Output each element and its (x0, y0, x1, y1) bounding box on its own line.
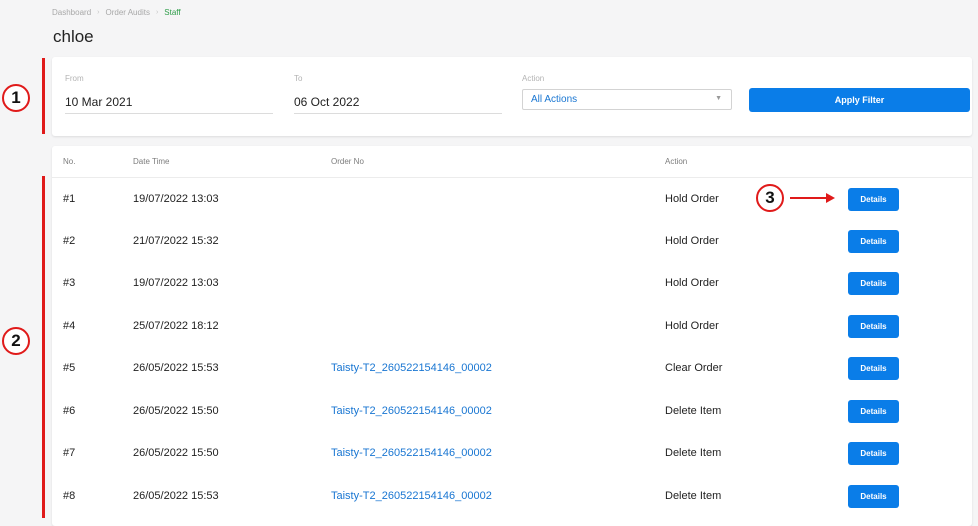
apply-filter-button[interactable]: Apply Filter (749, 88, 970, 112)
row-no: #6 (63, 405, 76, 417)
table-row: #3 19/07/2022 13:03 Hold Order Details (52, 262, 972, 304)
row-datetime: 19/07/2022 13:03 (133, 193, 219, 205)
row-order-link[interactable]: Taisty-T2_260522154146_00002 (331, 490, 492, 502)
details-button[interactable]: Details (848, 485, 899, 508)
row-no: #1 (63, 193, 76, 205)
to-label: To (294, 74, 303, 83)
annotation-arrow-line (790, 197, 828, 199)
table-row: #7 26/05/2022 15:50 Taisty-T2_2605221541… (52, 432, 972, 474)
header-order-no: Order No (331, 157, 364, 166)
breadcrumb: Dashboard › Order Audits › Staff (52, 8, 181, 17)
details-button[interactable]: Details (848, 315, 899, 338)
header-action: Action (665, 157, 688, 166)
row-datetime: 26/05/2022 15:53 (133, 362, 219, 374)
from-date-underline (65, 113, 273, 114)
row-order-link[interactable]: Taisty-T2_260522154146_00002 (331, 447, 492, 459)
details-button[interactable]: Details (848, 357, 899, 380)
row-datetime: 26/05/2022 15:50 (133, 405, 219, 417)
row-action: Hold Order (665, 320, 719, 332)
row-datetime: 26/05/2022 15:53 (133, 490, 219, 502)
table-row: #5 26/05/2022 15:53 Taisty-T2_2605221541… (52, 347, 972, 389)
breadcrumb-separator: › (155, 9, 159, 16)
row-no: #5 (63, 362, 76, 374)
annotation-line-table (42, 176, 45, 518)
details-button[interactable]: Details (848, 188, 899, 211)
table-row: #8 26/05/2022 15:53 Taisty-T2_2605221541… (52, 475, 972, 517)
row-no: #8 (63, 490, 76, 502)
annotation-marker-1: 1 (2, 84, 30, 112)
header-no: No. (63, 157, 76, 166)
action-select[interactable]: All Actions ▼ (522, 89, 732, 110)
annotation-marker-3: 3 (756, 184, 784, 212)
action-label: Action (522, 74, 545, 83)
breadcrumb-order-audits[interactable]: Order Audits (105, 8, 149, 17)
chevron-down-icon: ▼ (715, 95, 722, 102)
row-no: #4 (63, 320, 76, 332)
to-date-underline (294, 113, 502, 114)
row-no: #2 (63, 235, 76, 247)
table-row: #2 21/07/2022 15:32 Hold Order Details (52, 220, 972, 262)
row-action: Delete Item (665, 490, 722, 502)
to-date-field[interactable]: 06 Oct 2022 (294, 95, 359, 109)
row-action: Hold Order (665, 235, 719, 247)
row-datetime: 26/05/2022 15:50 (133, 447, 219, 459)
header-date-time: Date Time (133, 157, 170, 166)
annotation-marker-2: 2 (2, 327, 30, 355)
details-button[interactable]: Details (848, 400, 899, 423)
table-row: #4 25/07/2022 18:12 Hold Order Details (52, 305, 972, 347)
row-action: Delete Item (665, 447, 722, 459)
row-action: Delete Item (665, 405, 722, 417)
details-button[interactable]: Details (848, 442, 899, 465)
table-row: #6 26/05/2022 15:50 Taisty-T2_2605221541… (52, 390, 972, 432)
arrow-right-icon (826, 193, 835, 203)
filter-panel: From 10 Mar 2021 To 06 Oct 2022 Action A… (52, 57, 972, 136)
table-header: No. Date Time Order No Action (52, 146, 972, 178)
details-button[interactable]: Details (848, 230, 899, 253)
action-select-value: All Actions (531, 94, 578, 105)
row-datetime: 19/07/2022 13:03 (133, 277, 219, 289)
row-order-link[interactable]: Taisty-T2_260522154146_00002 (331, 362, 492, 374)
row-action: Clear Order (665, 362, 723, 374)
details-button[interactable]: Details (848, 272, 899, 295)
breadcrumb-staff: Staff (164, 8, 181, 17)
audit-table: No. Date Time Order No Action #1 19/07/2… (52, 146, 972, 526)
row-datetime: 25/07/2022 18:12 (133, 320, 219, 332)
row-no: #7 (63, 447, 76, 459)
row-order-link[interactable]: Taisty-T2_260522154146_00002 (331, 405, 492, 417)
breadcrumb-dashboard[interactable]: Dashboard (52, 8, 91, 17)
row-action: Hold Order (665, 193, 719, 205)
from-date-field[interactable]: 10 Mar 2021 (65, 95, 132, 109)
row-datetime: 21/07/2022 15:32 (133, 235, 219, 247)
row-no: #3 (63, 277, 76, 289)
page-title: chloe (53, 27, 94, 46)
annotation-line-filter (42, 58, 45, 134)
breadcrumb-separator: › (97, 9, 100, 16)
row-action: Hold Order (665, 277, 719, 289)
from-label: From (65, 74, 84, 83)
